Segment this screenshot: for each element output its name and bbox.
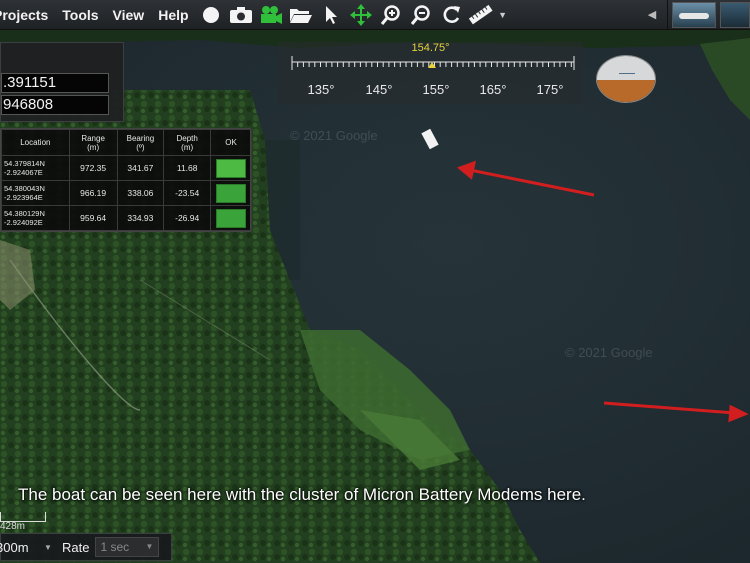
chevron-left-icon[interactable]: ◀ (641, 8, 663, 21)
menubar: Projects Tools View Help ▼ ◀ (0, 0, 750, 30)
range-cell: 972.35 (68, 155, 118, 181)
menu-view[interactable]: View (106, 0, 152, 30)
bearing-cell: 341.67 (116, 155, 165, 181)
zoom-out-icon[interactable] (406, 1, 436, 29)
depth-cell: -23.54 (163, 180, 212, 206)
table-header-row: Location Range (m) Bearing (º) Depth (m)… (1, 129, 252, 156)
horizon-marker (619, 73, 635, 74)
vessel-thumbnail[interactable] (672, 1, 716, 28)
map-watermark: © 2021 Google (565, 345, 653, 360)
ok-status-indicator[interactable] (216, 208, 247, 228)
column-header-range: Range (m) (68, 129, 118, 156)
ok-status-indicator[interactable] (216, 158, 247, 178)
table-row[interactable]: 54.379814N -2.924067E 972.35 341.67 11.68 (1, 155, 252, 181)
compass-tick-label: 135° (307, 82, 335, 97)
scale-label: 428m (0, 521, 26, 532)
table-row[interactable]: 54.380129N -2.924092E 959.64 334.93 -26.9… (1, 205, 252, 231)
modem-table-panel: Location Range (m) Bearing (º) Depth (m)… (0, 128, 252, 232)
rate-label: Rate (62, 539, 90, 555)
location-cell: 54.380043N -2.923964E (1, 180, 70, 206)
bearing-cell: 334.93 (116, 205, 165, 231)
depth-cell: -26.94 (163, 205, 212, 231)
ok-cell (210, 155, 252, 181)
menu-help[interactable]: Help (151, 0, 195, 30)
table-row[interactable]: 54.380043N -2.923964E 966.19 338.06 -23.5… (1, 180, 252, 206)
column-header-depth: Depth (m) (163, 129, 212, 156)
pan-move-icon[interactable] (346, 1, 376, 29)
ok-cell (210, 205, 252, 231)
compass-tick-label: 155° (422, 82, 450, 97)
chevron-down-icon[interactable]: ▼ (496, 10, 510, 20)
column-header-ok: OK (210, 129, 252, 156)
range-cell: 966.19 (68, 180, 118, 206)
longitude-readout[interactable]: 946808 (1, 95, 109, 115)
menu-projects[interactable]: Projects (0, 0, 55, 30)
compass-tick-label: 175° (536, 82, 564, 97)
ok-cell (210, 180, 252, 206)
depth-cell: 11.68 (163, 155, 212, 181)
range-select[interactable]: 300m (0, 540, 44, 555)
modem-table: Location Range (m) Bearing (º) Depth (m)… (1, 129, 252, 231)
open-folder-icon[interactable] (286, 1, 316, 29)
menu-tools[interactable]: Tools (55, 0, 105, 30)
compass-tick-label: 165° (479, 82, 507, 97)
video-camera-icon[interactable] (256, 1, 286, 29)
latitude-readout[interactable]: .391151 (1, 73, 109, 93)
bottom-control-bar: 300m ▼ Rate 1 sec ▼ (0, 533, 172, 561)
heading-value: 154.75° (411, 42, 450, 54)
heading-compass: 154.75° 135° 145° 155° 165° 175° (278, 42, 583, 104)
location-cell: 54.379814N -2.924067E (1, 155, 70, 181)
column-header-bearing: Bearing (º) (116, 129, 165, 156)
refresh-icon[interactable] (436, 1, 466, 29)
zoom-in-icon[interactable] (376, 1, 406, 29)
attitude-indicator (596, 55, 656, 103)
chevron-down-icon[interactable]: ▼ (44, 543, 56, 552)
ok-status-indicator[interactable] (216, 183, 247, 203)
bearing-cell: 338.06 (116, 180, 165, 206)
record-circle-icon[interactable] (196, 1, 226, 29)
camera-icon[interactable] (226, 1, 256, 29)
compass-tick-label: 145° (365, 82, 393, 97)
map-watermark: © 2021 Google (290, 128, 378, 143)
ruler-icon[interactable] (466, 1, 496, 29)
pointer-icon[interactable] (316, 1, 346, 29)
range-cell: 959.64 (68, 205, 118, 231)
rate-select[interactable]: 1 sec ▼ (95, 537, 160, 557)
device-thumbnail[interactable] (720, 1, 750, 28)
coordinate-panel: .391151 946808 (0, 42, 124, 122)
location-cell: 54.380129N -2.924092E (1, 205, 70, 231)
video-caption: The boat can be seen here with the clust… (18, 485, 586, 504)
column-header-location: Location (1, 129, 70, 156)
chevron-down-icon: ▼ (145, 542, 154, 551)
